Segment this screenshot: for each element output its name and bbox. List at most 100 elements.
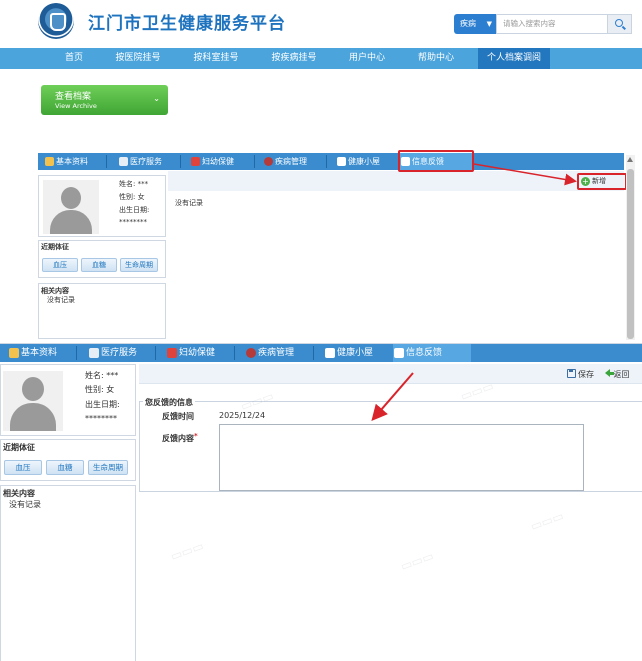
tab-maternal-health[interactable]: 妇幼保健 xyxy=(166,344,215,362)
bottom-screenshot: 基本资料 医疗服务 妇幼保健 疾病管理 健康小屋 信息反馈 姓名: *** 性别… xyxy=(0,343,642,661)
back-label: 返回 xyxy=(613,370,630,379)
profile-name: 姓名: *** xyxy=(119,180,149,188)
back-arrow-icon xyxy=(605,369,614,377)
tab-label: 基本资料 xyxy=(56,157,88,166)
archive-subtitle: View Archive xyxy=(55,102,97,110)
tab-disease-management[interactable]: 疾病管理 xyxy=(245,344,294,362)
tab-feedback[interactable]: 信息反馈 xyxy=(393,344,471,362)
vitals-title: 近期体征 xyxy=(3,443,35,452)
tab-label: 健康小屋 xyxy=(348,157,380,166)
required-mark: * xyxy=(194,432,198,440)
nav-item-by-department[interactable]: 按科室挂号 xyxy=(186,48,246,69)
nav-item-by-hospital[interactable]: 按医院挂号 xyxy=(108,48,168,69)
tab-basic-info[interactable]: 基本资料 xyxy=(44,153,88,170)
nav-item-by-disease[interactable]: 按疾病挂号 xyxy=(264,48,324,69)
view-archive-button[interactable]: 查看档案 View Archive ⌄ xyxy=(41,85,168,115)
house-icon xyxy=(325,348,335,358)
related-panel: 相关内容 没有记录 xyxy=(38,283,166,339)
search-input[interactable]: 请输入搜索内容 xyxy=(496,14,608,34)
back-button[interactable]: 返回 xyxy=(605,369,630,380)
save-label: 保存 xyxy=(578,370,594,379)
tab-divider xyxy=(106,155,107,168)
search-category-label: 疾病 xyxy=(460,19,476,28)
archive-tabbar: 基本资料 医疗服务 妇幼保健 疾病管理 健康小屋 信息反馈 xyxy=(38,153,624,170)
search-category-select[interactable]: 疾病 ▼ xyxy=(454,14,496,34)
tab-disease-management[interactable]: 疾病管理 xyxy=(263,153,307,170)
archive-tabbar-zoomed: 基本资料 医疗服务 妇幼保健 疾病管理 健康小屋 信息反馈 xyxy=(0,344,642,362)
save-icon xyxy=(567,369,576,378)
tab-label: 信息反馈 xyxy=(406,348,443,358)
profile-gender: 性别: 女 xyxy=(119,193,145,201)
nav-item-home[interactable]: 首页 xyxy=(52,48,96,69)
blood-sugar-button[interactable]: 血糖 xyxy=(81,258,117,272)
nav-item-personal-archive[interactable]: 个人档案调阅 xyxy=(478,48,550,69)
watermark: ▭▭▭ xyxy=(398,548,436,574)
feedback-content-textarea[interactable] xyxy=(219,424,584,491)
tab-health-cabin[interactable]: 健康小屋 xyxy=(324,344,373,362)
tab-basic-info[interactable]: 基本资料 xyxy=(8,344,57,362)
related-empty-text: 没有记录 xyxy=(47,296,75,304)
avatar xyxy=(3,371,63,431)
avatar xyxy=(43,180,99,234)
watermark: ▭▭▭ xyxy=(168,538,206,564)
profile-dob: 出生日期: xyxy=(85,400,120,409)
document-icon xyxy=(9,348,19,358)
tab-label: 医疗服务 xyxy=(101,348,138,358)
maternal-icon xyxy=(191,157,200,166)
tab-medical-service[interactable]: 医疗服务 xyxy=(88,344,137,362)
annotation-highlight-tab xyxy=(398,150,474,172)
life-cycle-button[interactable]: 生命周期 xyxy=(120,258,158,272)
save-button[interactable]: 保存 xyxy=(567,369,594,380)
profile-dob-value: ******** xyxy=(85,414,117,423)
chevron-down-icon: ⌄ xyxy=(153,94,160,103)
search-button[interactable] xyxy=(608,14,632,34)
tab-divider xyxy=(254,155,255,168)
profile-card: 姓名: *** 性别: 女 出生日期: ******** xyxy=(0,364,136,436)
feedback-form-title: 您反馈的信息 xyxy=(143,397,195,408)
blood-pressure-button[interactable]: 血压 xyxy=(42,258,78,272)
maternal-icon xyxy=(167,348,177,358)
related-title: 相关内容 xyxy=(3,489,35,498)
chevron-down-icon: ▼ xyxy=(486,20,492,28)
nav-item-user-center[interactable]: 用户中心 xyxy=(340,48,394,69)
tab-label: 基本资料 xyxy=(21,348,58,358)
doctor-icon xyxy=(89,348,99,358)
profile-name: 姓名: *** xyxy=(85,371,119,380)
profile-card: 姓名: *** 性别: 女 出生日期: ******** xyxy=(38,175,166,237)
document-icon xyxy=(45,157,54,166)
site-logo xyxy=(38,3,74,39)
composite-screenshot: 江门市卫生健康服务平台 疾病 ▼ 请输入搜索内容 首页 按医院挂号 按科室挂号 … xyxy=(0,0,642,661)
tab-health-cabin[interactable]: 健康小屋 xyxy=(336,153,380,170)
scroll-up-icon xyxy=(627,157,633,162)
tab-divider xyxy=(76,346,77,360)
tab-divider xyxy=(155,346,156,360)
scrollbar[interactable] xyxy=(626,155,635,340)
site-header: 江门市卫生健康服务平台 疾病 ▼ 请输入搜索内容 xyxy=(0,0,642,46)
profile-dob: 出生日期: xyxy=(119,206,150,214)
tab-divider xyxy=(326,155,327,168)
main-navbar: 首页 按医院挂号 按科室挂号 按疾病挂号 用户中心 帮助中心 个人档案调阅 xyxy=(0,48,642,69)
disease-icon xyxy=(264,157,273,166)
blood-pressure-button[interactable]: 血压 xyxy=(4,460,42,475)
feedback-form-toolbar: 保存 返回 xyxy=(139,364,642,384)
tab-divider xyxy=(180,155,181,168)
scrollbar-thumb[interactable] xyxy=(627,169,634,339)
life-cycle-button[interactable]: 生命周期 xyxy=(88,460,128,475)
tab-maternal-health[interactable]: 妇幼保健 xyxy=(190,153,234,170)
archive-title: 查看档案 xyxy=(55,92,92,102)
doctor-icon xyxy=(119,157,128,166)
tab-divider xyxy=(234,346,235,360)
tab-label: 疾病管理 xyxy=(275,157,307,166)
blood-sugar-button[interactable]: 血糖 xyxy=(46,460,84,475)
tab-medical-service[interactable]: 医疗服务 xyxy=(118,153,162,170)
nav-item-help-center[interactable]: 帮助中心 xyxy=(408,48,464,69)
related-panel: 相关内容 没有记录 xyxy=(0,485,136,661)
tab-label: 妇幼保健 xyxy=(179,348,216,358)
related-empty-text: 没有记录 xyxy=(9,500,41,509)
feedback-content-label: 反馈内容* xyxy=(162,432,198,443)
tab-divider xyxy=(313,346,314,360)
feedback-list-empty: 没有记录 xyxy=(175,199,203,207)
profile-dob-value: ******** xyxy=(119,218,147,226)
house-icon xyxy=(337,157,346,166)
tab-label: 疾病管理 xyxy=(258,348,295,358)
